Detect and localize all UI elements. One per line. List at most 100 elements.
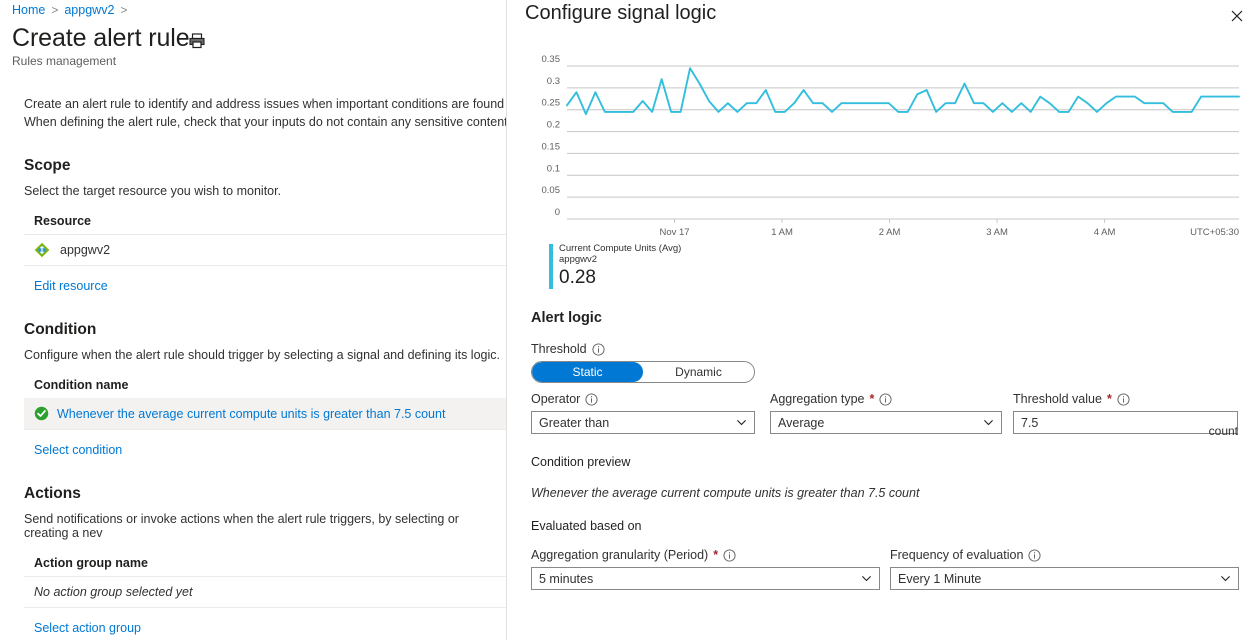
svg-text:Nov 17: Nov 17 bbox=[659, 227, 689, 238]
action-group-empty-row: No action group selected yet bbox=[24, 576, 506, 608]
intro-line-2: When defining the alert rule, check that… bbox=[24, 115, 506, 129]
close-icon[interactable] bbox=[1226, 5, 1248, 27]
aggregation-granularity-label-text: Aggregation granularity (Period) bbox=[531, 548, 709, 562]
scope-heading: Scope bbox=[24, 157, 71, 174]
svg-text:0.35: 0.35 bbox=[542, 54, 561, 65]
resource-row[interactable]: appgwv2 bbox=[24, 234, 506, 266]
svg-text:0.1: 0.1 bbox=[547, 163, 560, 174]
metric-chart[interactable]: 0.35 0.3 0.25 0.2 0.15 0.1 0.05 0 Nov 17 1 AM 2 AM… bbox=[507, 50, 1255, 240]
frequency-of-evaluation-label: Frequency of evaluation bbox=[890, 548, 1239, 562]
aggregation-granularity-field: Aggregation granularity (Period) * 5 min… bbox=[531, 548, 880, 590]
legend-color-swatch bbox=[549, 244, 553, 289]
legend-value: 0.28 bbox=[559, 266, 596, 288]
operator-select[interactable]: Greater than bbox=[531, 411, 755, 434]
threshold-value-unit: count bbox=[1208, 424, 1238, 438]
printer-icon[interactable] bbox=[188, 32, 206, 50]
aggregation-type-label-text: Aggregation type bbox=[770, 392, 865, 406]
configure-signal-logic-blade: Configure signal logic 0.35 0.3 0.25 0.2 0.1… bbox=[506, 0, 1255, 640]
actions-heading: Actions bbox=[24, 485, 81, 502]
svg-text:2 AM: 2 AM bbox=[879, 227, 901, 238]
aggregation-granularity-select[interactable]: 5 minutes bbox=[531, 567, 880, 590]
condition-preview-text: Whenever the average current compute uni… bbox=[531, 486, 920, 500]
svg-text:0: 0 bbox=[555, 207, 560, 218]
threshold-option-dynamic[interactable]: Dynamic bbox=[643, 362, 754, 382]
svg-text:0.25: 0.25 bbox=[542, 98, 561, 109]
application-gateway-icon bbox=[34, 242, 50, 258]
blade-body: Create an alert rule to identify and add… bbox=[0, 95, 506, 637]
required-marker: * bbox=[869, 392, 875, 406]
operator-field: Operator Greater than bbox=[531, 392, 755, 434]
metric-chart-svg: 0.35 0.3 0.25 0.2 0.15 0.1 0.05 0 Nov 17 1 AM 2 AM… bbox=[542, 54, 1240, 238]
green-check-circle-icon bbox=[34, 406, 49, 421]
threshold-value-field: Threshold value * 7.5 count bbox=[1013, 392, 1238, 438]
aggregation-granularity-value: 5 minutes bbox=[539, 571, 594, 586]
create-alert-rule-blade: Home > appgwv2 > Create alert rule Rules… bbox=[0, 0, 506, 640]
threshold-label: Threshold bbox=[531, 342, 605, 356]
chevron-down-icon bbox=[861, 573, 872, 584]
aggregation-type-label: Aggregation type * bbox=[770, 392, 1002, 406]
frequency-of-evaluation-select[interactable]: Every 1 Minute bbox=[890, 567, 1239, 590]
threshold-option-static[interactable]: Static bbox=[532, 362, 643, 382]
chart-legend[interactable]: Current Compute Units (Avg) appgwv2 0.28 bbox=[549, 243, 681, 289]
condition-row[interactable]: Whenever the average current compute uni… bbox=[24, 398, 506, 430]
svg-text:UTC+05:30: UTC+05:30 bbox=[1190, 227, 1239, 238]
aggregation-type-select[interactable]: Average bbox=[770, 411, 1002, 434]
threshold-value-label: Threshold value * bbox=[1013, 392, 1238, 406]
info-icon[interactable] bbox=[879, 392, 892, 406]
breadcrumb-item-home[interactable]: Home bbox=[12, 3, 45, 17]
alert-logic-heading: Alert logic bbox=[531, 310, 602, 326]
breadcrumb: Home > appgwv2 > bbox=[12, 3, 127, 17]
operator-label-text: Operator bbox=[531, 392, 581, 406]
breadcrumb-separator: > bbox=[51, 3, 59, 17]
condition-name-link[interactable]: Whenever the average current compute uni… bbox=[57, 407, 445, 421]
select-action-group-link[interactable]: Select action group bbox=[34, 621, 141, 635]
edit-resource-link[interactable]: Edit resource bbox=[34, 279, 108, 293]
threshold-label-text: Threshold bbox=[531, 342, 587, 356]
svg-text:0.2: 0.2 bbox=[547, 120, 560, 131]
operator-label: Operator bbox=[531, 392, 755, 406]
required-marker: * bbox=[1106, 392, 1112, 406]
blade-title: Configure signal logic bbox=[525, 2, 717, 24]
frequency-of-evaluation-label-text: Frequency of evaluation bbox=[890, 548, 1024, 562]
threshold-value-input[interactable]: 7.5 bbox=[1013, 411, 1238, 434]
action-group-empty-text: No action group selected yet bbox=[34, 585, 193, 599]
azure-portal-page: Home > appgwv2 > Create alert rule Rules… bbox=[0, 0, 1255, 640]
required-marker: * bbox=[713, 548, 719, 562]
scope-description: Select the target resource you wish to m… bbox=[24, 184, 282, 198]
info-icon[interactable] bbox=[1117, 392, 1130, 406]
threshold-value-text: 7.5 bbox=[1021, 415, 1039, 430]
threshold-type-toggle[interactable]: Static Dynamic bbox=[531, 361, 755, 383]
aggregation-type-value: Average bbox=[778, 415, 825, 430]
frequency-of-evaluation-field: Frequency of evaluation Every 1 Minute bbox=[890, 548, 1239, 590]
condition-column-header: Condition name bbox=[34, 378, 129, 392]
action-group-column-header: Action group name bbox=[34, 556, 148, 570]
aggregation-type-field: Aggregation type * Average bbox=[770, 392, 1002, 434]
breadcrumb-separator-2: > bbox=[120, 3, 128, 17]
condition-heading: Condition bbox=[24, 321, 97, 338]
operator-value: Greater than bbox=[539, 415, 610, 430]
svg-text:1 AM: 1 AM bbox=[771, 227, 793, 238]
condition-description: Configure when the alert rule should tri… bbox=[24, 348, 500, 362]
info-icon[interactable] bbox=[592, 342, 605, 356]
select-condition-link[interactable]: Select condition bbox=[34, 443, 122, 457]
svg-text:0.3: 0.3 bbox=[547, 76, 560, 87]
legend-resource-name: appgwv2 bbox=[559, 253, 598, 265]
condition-preview-heading: Condition preview bbox=[531, 455, 631, 469]
actions-description: Send notifications or invoke actions whe… bbox=[24, 512, 459, 540]
frequency-of-evaluation-value: Every 1 Minute bbox=[898, 571, 982, 586]
svg-text:0.05: 0.05 bbox=[542, 185, 561, 196]
svg-text:0.15: 0.15 bbox=[542, 141, 561, 152]
page-subtitle: Rules management bbox=[12, 54, 117, 68]
info-icon[interactable] bbox=[585, 392, 598, 406]
info-icon[interactable] bbox=[723, 548, 736, 562]
info-icon[interactable] bbox=[1028, 548, 1041, 562]
evaluated-based-on-heading: Evaluated based on bbox=[531, 519, 642, 533]
breadcrumb-item-appgwv2[interactable]: appgwv2 bbox=[64, 3, 114, 17]
chevron-down-icon bbox=[1220, 573, 1231, 584]
chevron-down-icon bbox=[983, 417, 994, 428]
resource-name: appgwv2 bbox=[60, 243, 111, 257]
svg-text:3 AM: 3 AM bbox=[986, 227, 1008, 238]
threshold-value-label-text: Threshold value bbox=[1013, 392, 1102, 406]
chevron-down-icon bbox=[736, 417, 747, 428]
resource-column-header: Resource bbox=[34, 214, 91, 228]
